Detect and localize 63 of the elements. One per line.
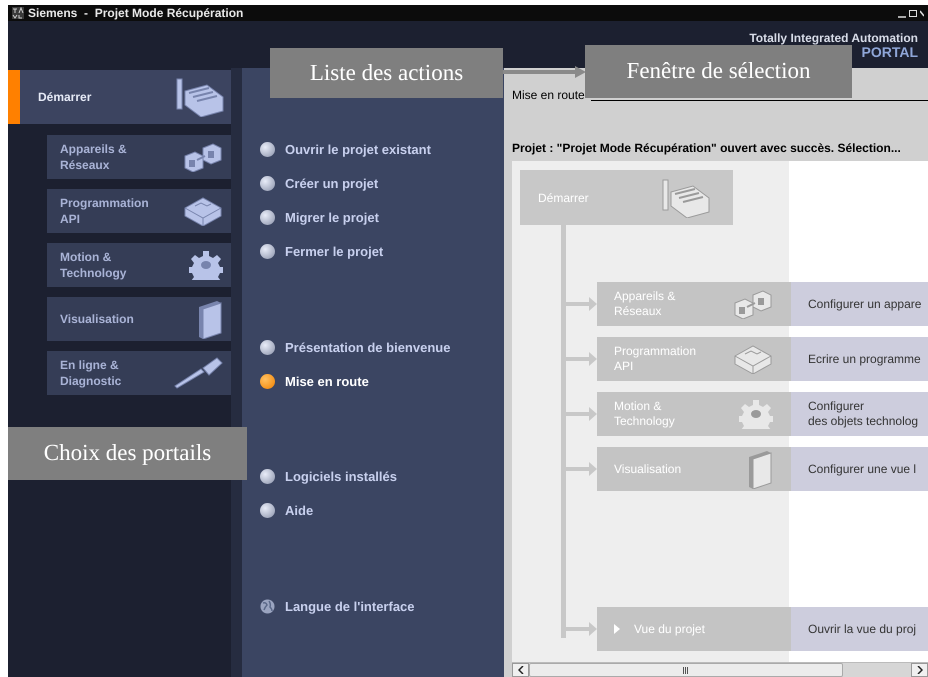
- screwdriver-icon: [173, 356, 223, 390]
- cubes-icon: [183, 142, 223, 172]
- play-icon: [614, 624, 620, 634]
- gear-icon: [189, 250, 223, 280]
- step-description: Configurer une vue l: [791, 447, 928, 491]
- close-icon[interactable]: [920, 8, 924, 18]
- maximize-icon[interactable]: [909, 8, 917, 18]
- brand-tagline: Totally Integrated Automation: [749, 32, 918, 44]
- status-message: Projet : "Projet Mode Récupération" ouvert avec succès. Sélection...: [512, 140, 902, 156]
- circuit-block-icon: [183, 196, 223, 226]
- stairs-icon: [661, 178, 711, 218]
- step-description: Ecrire un programme: [791, 337, 928, 381]
- action-link[interactable]: Langue de l'interface: [260, 596, 504, 617]
- brand-name: PORTAL: [861, 44, 918, 62]
- bullet-icon: [260, 244, 275, 259]
- bullet-icon: [260, 374, 275, 389]
- chevron-left-icon: [518, 666, 524, 674]
- action-link[interactable]: Ouvrir le projet existant: [260, 139, 504, 160]
- chevron-right-icon: [916, 666, 922, 674]
- action-link[interactable]: Logiciels installés: [260, 466, 504, 487]
- step-description: Ouvrir la vue du proj: [791, 607, 928, 651]
- action-link[interactable]: Migrer le projet: [260, 207, 504, 228]
- callout-label: Choix des portails: [8, 427, 247, 480]
- portal-tile[interactable]: En ligne & Diagnostic: [47, 351, 231, 395]
- callout-label: Liste des actions: [270, 48, 503, 98]
- action-link[interactable]: Présentation de bienvenue: [260, 337, 504, 358]
- stairs-icon: [175, 77, 225, 117]
- action-link[interactable]: Fermer le projet: [260, 241, 504, 262]
- portal-tile[interactable]: Programmation API: [47, 189, 231, 233]
- panel-icon: [747, 449, 773, 489]
- arrow-icon: [565, 406, 597, 422]
- action-link[interactable]: Créer un projet: [260, 173, 504, 194]
- arrow-icon: [565, 351, 597, 367]
- portal-tile[interactable]: Visualisation: [47, 297, 231, 341]
- section-title: Mise en route: [512, 87, 585, 104]
- action-link[interactable]: Aide: [260, 500, 504, 521]
- scroll-left-button[interactable]: [512, 663, 529, 677]
- step-description: Configurer des objets technolog: [791, 392, 928, 436]
- arrow-icon: [565, 296, 597, 312]
- gear-icon: [739, 399, 773, 429]
- circuit-block-icon: [733, 344, 773, 374]
- arrow-icon: [565, 461, 597, 477]
- scroll-right-button[interactable]: [911, 663, 928, 677]
- bullet-icon: [260, 340, 275, 355]
- cubes-icon: [733, 289, 773, 319]
- bullet-icon: [260, 469, 275, 484]
- callout-label: Fenêtre de sélection: [585, 45, 852, 98]
- arrow-icon: [565, 621, 597, 637]
- bullet-icon: [260, 176, 275, 191]
- portal-tile[interactable]: Appareils & Réseaux: [47, 135, 231, 179]
- grip-icon: [683, 666, 689, 674]
- panel-icon: [197, 299, 223, 339]
- scroll-thumb[interactable]: [529, 663, 843, 677]
- bullet-icon: [260, 503, 275, 518]
- globe-icon: [260, 599, 275, 614]
- portal-tile[interactable]: Motion & Technology: [47, 243, 231, 287]
- window-title: Siemens - Projet Mode Récupération: [28, 7, 244, 19]
- app-logo-icon: [12, 7, 24, 19]
- bullet-icon: [260, 210, 275, 225]
- action-link[interactable]: Mise en route: [260, 371, 504, 392]
- portal-tile[interactable]: Démarrer: [8, 70, 231, 124]
- bullet-icon: [260, 142, 275, 157]
- step-description: Configurer un appare: [791, 282, 928, 326]
